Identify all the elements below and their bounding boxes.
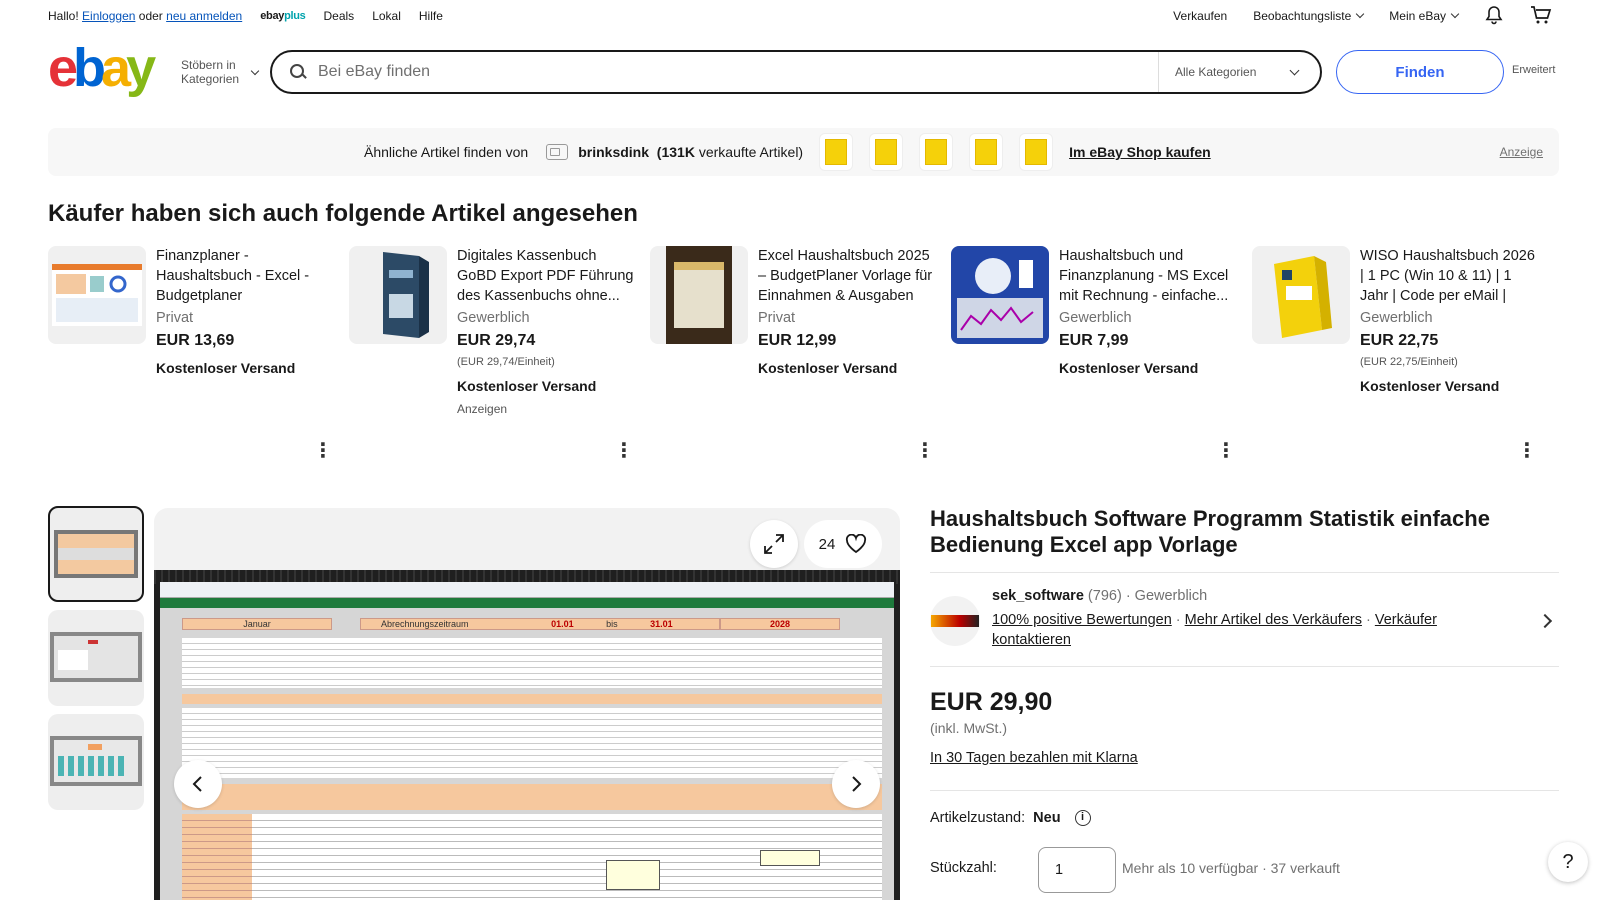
more-options-icon[interactable] [313, 438, 333, 463]
divider [930, 790, 1559, 791]
search-bar: Alle Kategorien [270, 50, 1322, 94]
expand-image-button[interactable] [750, 520, 798, 568]
vat-note: (inkl. MwSt.) [930, 720, 1007, 736]
chevron-left-icon [192, 776, 202, 792]
banner-prefix: Ähnliche Artikel finden von [364, 144, 529, 160]
product-thumbnail[interactable] [951, 246, 1049, 344]
watch-button[interactable]: 24 [804, 520, 882, 568]
more-options-icon[interactable] [1216, 438, 1236, 463]
card-price: EUR 22,75 [1360, 332, 1439, 349]
watchlist-dropdown[interactable]: Beobachtungsliste [1253, 9, 1363, 23]
recommendation-card[interactable]: Finanzplaner - Haushaltsbuch - Excel - B… [48, 246, 338, 463]
gallery-thumbnail[interactable] [48, 714, 144, 810]
help-button[interactable]: ? [1548, 842, 1588, 882]
product-thumbnail[interactable] [48, 246, 146, 344]
seller-links: 100% positive Bewertungen · Mehr Artikel… [992, 612, 1437, 648]
advanced-search-link[interactable]: Erweitert [1512, 64, 1555, 76]
condition-row: Artikelzustand: Neu i [930, 810, 1091, 826]
card-price: EUR 7,99 [1059, 332, 1129, 349]
more-options-icon[interactable] [1517, 438, 1537, 463]
notification-bell-icon[interactable] [1484, 5, 1504, 28]
recommendation-card[interactable]: WISO Haushaltsbuch 2026 | 1 PC (Win 10 &… [1252, 246, 1542, 463]
banner-product-thumb[interactable] [869, 133, 904, 171]
recommendation-card[interactable]: Digitales Kassenbuch GoBD Export PDF Füh… [349, 246, 639, 463]
divider [930, 666, 1559, 667]
chevron-right-icon [852, 776, 862, 792]
watch-count: 24 [818, 535, 836, 553]
shop-in-store-link[interactable]: Im eBay Shop kaufen [1069, 144, 1211, 160]
product-thumbnail[interactable] [1252, 246, 1350, 344]
quantity-label: Stückzahl: [930, 860, 997, 876]
card-title[interactable]: WISO Haushaltsbuch 2026 | 1 PC (Win 10 &… [1360, 246, 1538, 306]
greeting: Hallo! Einloggen oder neu anmelden [48, 9, 243, 23]
ad-label[interactable]: Anzeige [1500, 145, 1543, 159]
seller-name[interactable]: sek_software [992, 588, 1084, 604]
help-link[interactable]: Hilfe [419, 9, 443, 23]
shop-by-category-button[interactable]: Stöbern in Kategorien [181, 58, 261, 86]
card-price: EUR 12,99 [758, 332, 837, 349]
ads-label: Anzeigen [457, 402, 508, 416]
info-icon[interactable]: i [1074, 810, 1091, 826]
my-ebay-dropdown[interactable]: Mein eBay [1389, 9, 1458, 23]
card-price: EUR 29,74 [457, 332, 536, 349]
find-button[interactable]: Finden [1336, 50, 1504, 94]
next-image-button[interactable] [832, 760, 880, 808]
product-thumbnail[interactable] [349, 246, 447, 344]
recommendations-title: Käufer haben sich auch folgende Artikel … [48, 200, 638, 227]
card-price: EUR 13,69 [156, 332, 235, 349]
store-icon [546, 144, 569, 160]
card-title[interactable]: Finanzplaner - Haushaltsbuch - Excel - B… [156, 246, 334, 306]
seller-avatar[interactable] [930, 596, 980, 646]
main-product-image[interactable]: Januar Abrechnungszeitraum 01.01 bis 31.… [154, 508, 900, 900]
banner-product-thumb[interactable] [969, 133, 1004, 171]
category-select[interactable]: Alle Kategorien [1158, 52, 1320, 92]
banner-seller-name[interactable]: brinksdink [578, 144, 649, 160]
more-options-icon[interactable] [614, 438, 634, 463]
gallery-thumbnail[interactable] [48, 610, 144, 706]
divider [930, 572, 1559, 573]
recommendation-card[interactable]: Excel Haushaltsbuch 2025 – BudgetPlaner … [650, 246, 940, 463]
positive-feedback-link[interactable]: 100% positive Bewertungen [992, 612, 1172, 628]
more-options-icon[interactable] [915, 438, 935, 463]
banner-product-thumb[interactable] [919, 133, 954, 171]
spreadsheet-preview: Januar Abrechnungszeitraum 01.01 bis 31.… [154, 570, 900, 900]
seller-info: sek_software (796) · Gewerblich [992, 588, 1208, 604]
klarna-link[interactable]: In 30 Tagen bezahlen mit Klarna [930, 750, 1138, 766]
signin-link[interactable]: Einloggen [82, 9, 135, 23]
register-link[interactable]: neu anmelden [166, 9, 242, 23]
search-icon [290, 64, 306, 80]
chevron-right-icon[interactable] [1537, 613, 1553, 629]
search-input[interactable] [318, 63, 1148, 81]
cart-icon[interactable] [1530, 5, 1552, 28]
local-link[interactable]: Lokal [372, 9, 401, 23]
banner-product-thumb[interactable] [1019, 133, 1054, 171]
expand-icon [764, 534, 784, 554]
top-navigation-bar: Hallo! Einloggen oder neu anmelden ebayp… [48, 0, 1552, 32]
card-title[interactable]: Digitales Kassenbuch GoBD Export PDF Füh… [457, 246, 635, 306]
seller-ad-banner: Ähnliche Artikel finden von brinksdink (… [48, 128, 1559, 176]
condition-value: Neu [1033, 810, 1061, 826]
quantity-input[interactable] [1038, 847, 1116, 893]
card-title[interactable]: Excel Haushaltsbuch 2025 – BudgetPlaner … [758, 246, 936, 306]
card-title[interactable]: Haushaltsbuch und Finanzplanung - MS Exc… [1059, 246, 1237, 306]
ebay-plus-link[interactable]: ebayplus [260, 10, 306, 22]
product-price: EUR 29,90 [930, 688, 1053, 716]
recommendation-card[interactable]: Haushaltsbuch und Finanzplanung - MS Exc… [951, 246, 1241, 463]
product-title: Haushaltsbuch Software Programm Statisti… [930, 506, 1490, 557]
heart-icon [846, 534, 867, 554]
more-seller-items-link[interactable]: Mehr Artikel des Verkäufers [1185, 612, 1362, 628]
product-thumbnail[interactable] [650, 246, 748, 344]
sell-link[interactable]: Verkaufen [1173, 9, 1227, 23]
banner-product-thumb[interactable] [819, 133, 854, 171]
previous-image-button[interactable] [174, 760, 222, 808]
gallery-thumbnail[interactable] [48, 506, 144, 602]
deals-link[interactable]: Deals [324, 9, 355, 23]
ebay-logo[interactable]: ebay [48, 41, 166, 95]
availability-text: Mehr als 10 verfügbar · 37 verkauft [1122, 860, 1340, 876]
